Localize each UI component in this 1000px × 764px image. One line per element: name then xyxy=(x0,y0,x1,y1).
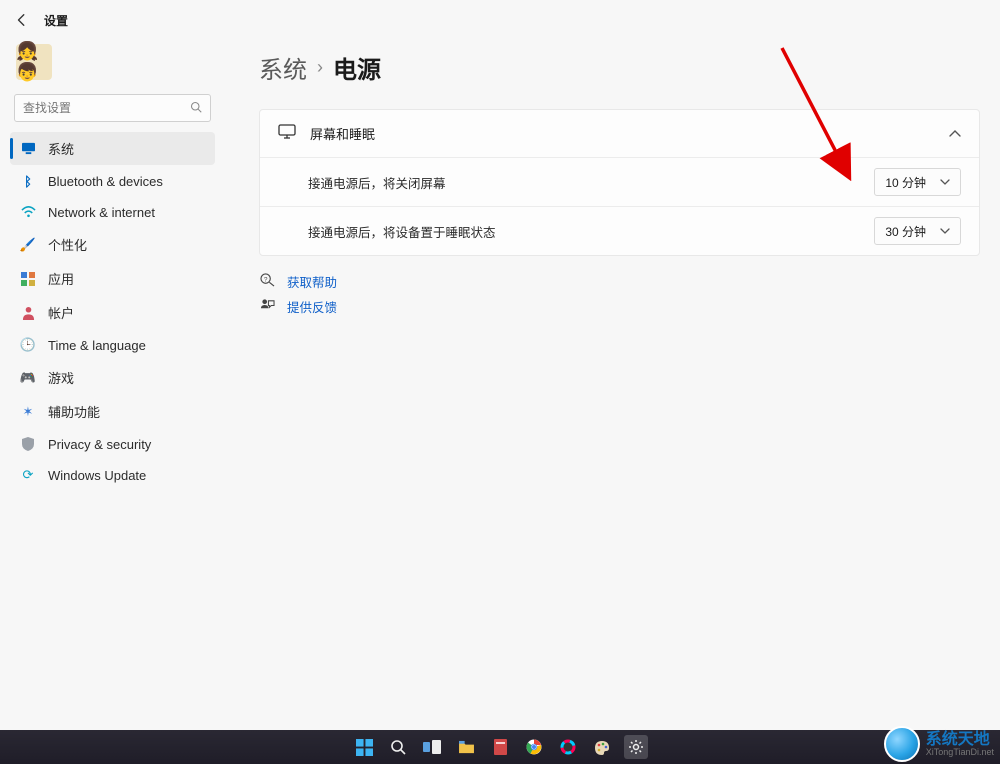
card-title: 屏幕和睡眠 xyxy=(310,124,935,143)
taskbar-taskview[interactable] xyxy=(420,735,444,759)
breadcrumb: 系统 › 电源 xyxy=(259,50,980,85)
display-icon xyxy=(20,141,36,157)
user-avatar[interactable]: 👧👦 xyxy=(16,44,52,80)
chevron-down-icon xyxy=(940,224,950,238)
main-content: 系统 › 电源 屏幕和睡眠 接通电源后，将关闭屏幕 10 分钟 xyxy=(225,36,1000,490)
feedback-icon xyxy=(259,298,275,315)
taskbar-app-rainbow[interactable] xyxy=(556,735,580,759)
screen-off-select[interactable]: 10 分钟 xyxy=(874,168,961,196)
nav-label: Network & internet xyxy=(48,205,155,220)
app-title: 设置 xyxy=(44,12,68,29)
sleep-row: 接通电源后，将设备置于睡眠状态 30 分钟 xyxy=(260,206,979,255)
nav-label: 应用 xyxy=(48,269,74,288)
nav-system[interactable]: 系统 xyxy=(10,132,215,165)
get-help-text: 获取帮助 xyxy=(287,272,337,291)
help-icon: ? xyxy=(259,273,275,290)
nav-label: 系统 xyxy=(48,139,74,158)
screen-off-row: 接通电源后，将关闭屏幕 10 分钟 xyxy=(260,157,979,206)
taskbar-settings[interactable] xyxy=(624,735,648,759)
nav-accounts[interactable]: 帐户 xyxy=(10,296,215,329)
nav-label: Windows Update xyxy=(48,468,146,483)
sleep-label: 接通电源后，将设备置于睡眠状态 xyxy=(308,222,874,241)
chevron-up-icon xyxy=(949,126,961,141)
accessibility-icon: ✶ xyxy=(20,404,36,420)
apps-icon xyxy=(20,271,36,287)
monitor-icon xyxy=(278,124,296,143)
screen-sleep-card: 屏幕和睡眠 接通电源后，将关闭屏幕 10 分钟 接通电源后，将设备置于睡眠状态 xyxy=(259,109,980,256)
search-icon xyxy=(190,101,202,116)
wifi-icon xyxy=(20,204,36,220)
back-button[interactable] xyxy=(12,10,32,30)
nav-network[interactable]: Network & internet xyxy=(10,197,215,227)
sleep-select[interactable]: 30 分钟 xyxy=(874,217,961,245)
sidebar: 👧👦 系统 ᛒ Bluetooth & devices xyxy=(0,36,225,490)
select-value: 30 分钟 xyxy=(885,223,926,240)
search-input[interactable] xyxy=(14,94,211,122)
chevron-down-icon xyxy=(940,175,950,189)
taskbar-explorer[interactable] xyxy=(454,735,478,759)
nav-bluetooth[interactable]: ᛒ Bluetooth & devices xyxy=(10,166,215,196)
nav-privacy[interactable]: Privacy & security xyxy=(10,429,215,459)
get-help-link[interactable]: ? 获取帮助 xyxy=(259,272,980,291)
nav-label: Time & language xyxy=(48,338,146,353)
breadcrumb-current: 电源 xyxy=(333,50,381,85)
screen-off-label: 接通电源后，将关闭屏幕 xyxy=(308,173,874,192)
feedback-link[interactable]: 提供反馈 xyxy=(259,297,980,316)
taskbar-app-red[interactable] xyxy=(488,735,512,759)
svg-text:?: ? xyxy=(263,276,267,283)
gamepad-icon: 🎮 xyxy=(20,370,36,386)
nav-list: 系统 ᛒ Bluetooth & devices Network & inter… xyxy=(10,132,215,490)
update-icon: ⟳ xyxy=(20,467,36,483)
nav-accessibility[interactable]: ✶ 辅助功能 xyxy=(10,395,215,428)
nav-windows-update[interactable]: ⟳ Windows Update xyxy=(10,460,215,490)
person-icon xyxy=(20,305,36,321)
search-field[interactable] xyxy=(23,101,190,115)
nav-label: Privacy & security xyxy=(48,437,151,452)
start-button[interactable] xyxy=(352,735,376,759)
breadcrumb-parent[interactable]: 系统 xyxy=(259,50,307,85)
nav-personalization[interactable]: 🖌️ 个性化 xyxy=(10,228,215,261)
nav-apps[interactable]: 应用 xyxy=(10,262,215,295)
nav-time-language[interactable]: 🕒 Time & language xyxy=(10,330,215,360)
taskbar-paint[interactable] xyxy=(590,735,614,759)
select-value: 10 分钟 xyxy=(885,174,926,191)
help-links: ? 获取帮助 提供反馈 xyxy=(259,272,980,316)
nav-label: 个性化 xyxy=(48,235,87,254)
taskbar-chrome[interactable] xyxy=(522,735,546,759)
taskbar-search[interactable] xyxy=(386,735,410,759)
breadcrumb-separator: › xyxy=(317,57,323,78)
taskbar xyxy=(0,730,1000,764)
clock-icon: 🕒 xyxy=(20,337,36,353)
card-header[interactable]: 屏幕和睡眠 xyxy=(260,110,979,157)
shield-icon xyxy=(20,436,36,452)
nav-label: Bluetooth & devices xyxy=(48,174,163,189)
nav-label: 帐户 xyxy=(48,303,74,322)
feedback-text: 提供反馈 xyxy=(287,297,337,316)
nav-label: 辅助功能 xyxy=(48,402,100,421)
nav-gaming[interactable]: 🎮 游戏 xyxy=(10,361,215,394)
nav-label: 游戏 xyxy=(48,368,74,387)
brush-icon: 🖌️ xyxy=(20,237,36,253)
bluetooth-icon: ᛒ xyxy=(20,173,36,189)
